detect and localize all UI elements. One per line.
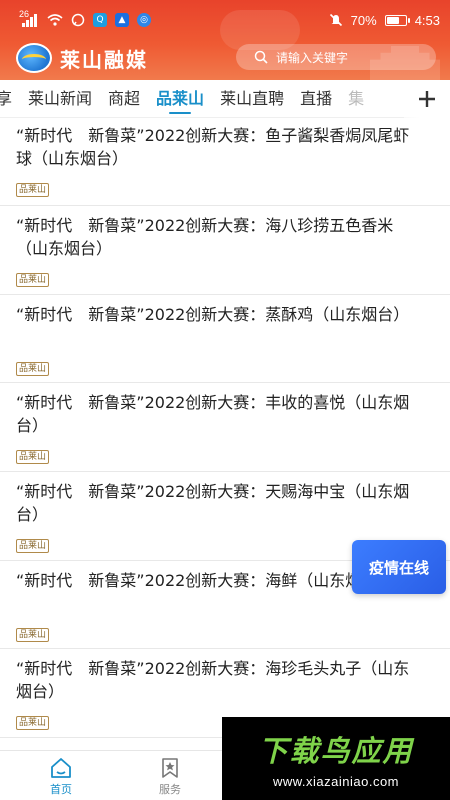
news-title: “新时代 新鲁菜”2022创新大赛：天赐海中宝（山东烟台）	[16, 482, 410, 525]
news-tag: 品莱山	[16, 273, 50, 287]
news-tag: 品莱山	[16, 450, 50, 465]
news-title: “新时代 新鲁菜”2022创新大赛：海八珍捞五色香米（山东烟台）	[16, 216, 394, 258]
news-title: “新时代 新鲁菜”2022创新大赛：蒸酥鸡（山东烟台）	[16, 304, 410, 324]
browser-icon: ◎	[137, 13, 152, 27]
network-label: 26	[19, 9, 30, 19]
news-tag: 品莱山	[16, 716, 50, 731]
plus-icon	[419, 91, 435, 107]
search-placeholder: 请输入关键字	[276, 50, 349, 65]
news-tag: 品莱山	[16, 361, 50, 376]
nav-home-label: 首页	[50, 783, 72, 796]
news-title: “新时代 新鲁菜”2022创新大赛：鱼子酱梨香焗凤尾虾球（山东烟台）	[16, 126, 410, 168]
wifi-icon	[47, 14, 63, 26]
watermark-url: www.xiazainiao.com	[272, 774, 400, 789]
battery-icon	[384, 14, 410, 26]
tab-partial-left[interactable]: 享	[0, 80, 20, 117]
tab-supermarket[interactable]: 商超	[100, 80, 148, 117]
status-right: 70% 4:53	[329, 13, 440, 28]
tab-live[interactable]: 直播	[292, 80, 340, 117]
brand-name: 莱山融媒	[60, 47, 148, 72]
watermark: 下载鸟应用 www.xiazainiao.com	[222, 717, 450, 800]
brand: 莱山融媒	[16, 42, 148, 74]
tab-pin-laishan[interactable]: 品莱山	[148, 80, 212, 117]
news-item[interactable]: “新时代 新鲁菜”2022创新大赛：丰收的喜悦（山东烟台） 品莱山	[0, 383, 450, 473]
news-tag: 品莱山	[16, 183, 50, 197]
search-input[interactable]: 请输入关键字	[236, 44, 436, 70]
news-tag: 品莱山	[16, 539, 50, 554]
category-tabs: 享 莱山新闻 商超 品莱山 莱山直聘 直播 集	[0, 80, 450, 118]
epidemic-online-label: 疫情在线	[368, 558, 429, 577]
nav-home[interactable]: 首页	[36, 757, 86, 797]
nav-service-label: 服务	[159, 783, 181, 796]
news-item[interactable]: “新时代 新鲁菜”2022创新大赛：海八珍捞五色香米（山东烟台） 品莱山	[0, 206, 450, 295]
app-logo-icon	[16, 43, 52, 73]
mute-icon	[329, 13, 342, 27]
epidemic-online-button[interactable]: 疫情在线	[352, 540, 446, 594]
tab-laishan-news[interactable]: 莱山新闻	[20, 80, 100, 117]
qq-icon: Q	[93, 13, 108, 27]
news-item[interactable]: “新时代 新鲁菜”2022创新大赛：鱼子酱梨香焗凤尾虾球（山东烟台） 品莱山	[0, 118, 450, 206]
service-icon	[162, 758, 178, 778]
news-tag: 品莱山	[16, 627, 50, 642]
app-header: 26 Q ▲ ◎ 70% 4:53 莱山融媒 请输入关键字	[0, 0, 450, 80]
status-bar: 26 Q ▲ ◎ 70% 4:53	[0, 0, 450, 40]
news-title: “新时代 新鲁菜”2022创新大赛：海珍毛头丸子（山东烟台）	[16, 659, 410, 702]
home-icon	[51, 758, 71, 778]
news-item[interactable]: “新时代 新鲁菜”2022创新大赛：蒸酥鸡（山东烟台） 品莱山	[0, 295, 450, 384]
clock: 4:53	[414, 12, 440, 28]
news-list: “新时代 新鲁菜”2022创新大赛：鱼子酱梨香焗凤尾虾球（山东烟台） 品莱山 “…	[0, 118, 450, 739]
tab-laishan-jobs[interactable]: 莱山直聘	[212, 80, 292, 117]
search-icon	[254, 50, 268, 64]
battery-fill	[386, 16, 400, 24]
tab-partial-right[interactable]: 集	[340, 80, 372, 117]
add-channel-button[interactable]	[404, 80, 450, 118]
watermark-title: 下载鸟应用	[258, 734, 414, 768]
nav-service[interactable]: 服务	[145, 757, 195, 797]
status-left: 26 Q ▲ ◎	[19, 9, 152, 27]
app-notification-icon: ▲	[115, 13, 130, 27]
message-icon	[71, 13, 85, 27]
news-title: “新时代 新鲁菜”2022创新大赛：丰收的喜悦（山东烟台）	[16, 393, 410, 436]
battery-percent: 70%	[350, 12, 377, 28]
